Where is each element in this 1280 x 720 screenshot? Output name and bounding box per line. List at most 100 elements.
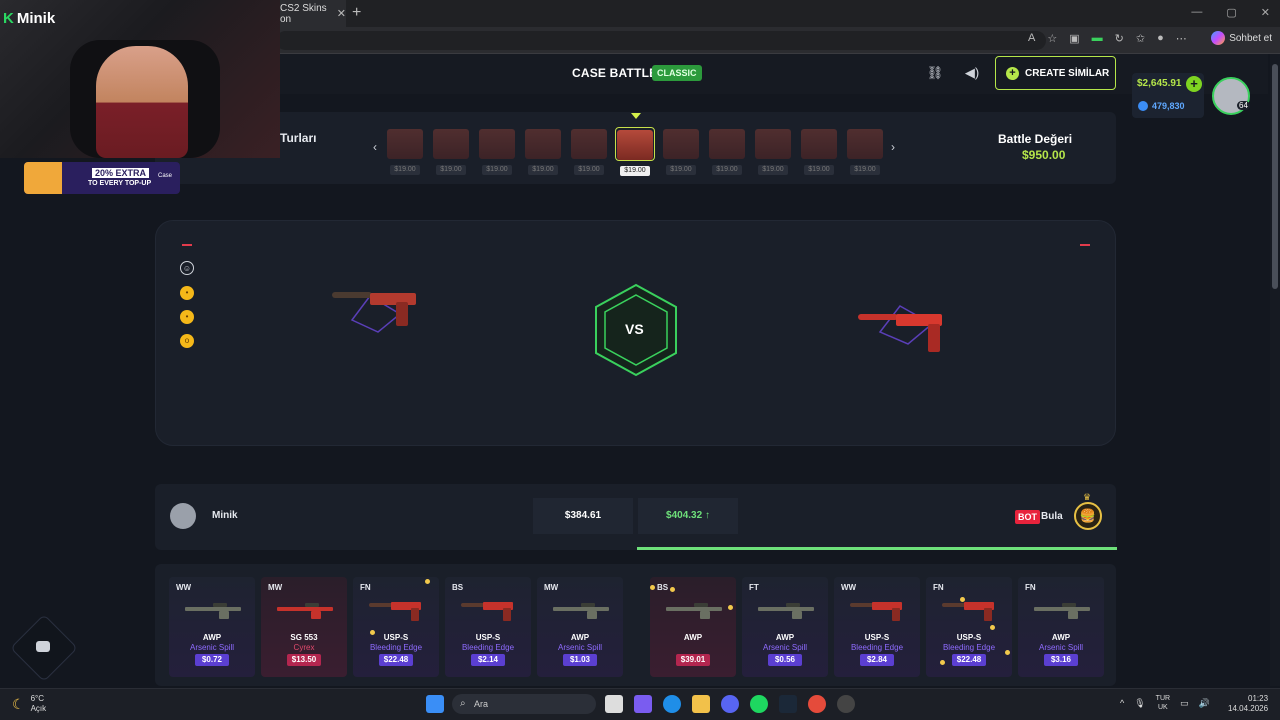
case-price: $19.00 <box>390 165 420 175</box>
sparkle-icon <box>728 605 733 610</box>
case-image <box>479 129 515 159</box>
copilot-button[interactable]: Sohbet et <box>1211 31 1272 45</box>
volume-icon[interactable]: 🔊 <box>1199 698 1210 709</box>
emoji-frown-icon[interactable]: • <box>180 286 194 300</box>
drop-card[interactable]: FT AWP Arsenic Spill $0.56 <box>742 577 828 677</box>
moon-icon: ☾ <box>12 695 25 712</box>
tab-close-icon[interactable]: ✕ <box>337 7 346 20</box>
more-icon[interactable]: ⋯ <box>1176 32 1187 45</box>
rounds-next-icon[interactable]: › <box>891 140 895 154</box>
wear-label: BS <box>657 583 669 592</box>
page-scrollbar[interactable] <box>1270 54 1280 686</box>
rifle-icon <box>1034 603 1090 619</box>
sparkle-icon <box>940 660 945 665</box>
window-controls: — ▢ ✕ <box>1191 6 1270 19</box>
read-aloud-icon[interactable]: A <box>1028 32 1035 45</box>
wear-label: WW <box>841 583 857 592</box>
round-case[interactable]: $19.00 <box>753 127 793 181</box>
streamer-figure <box>96 46 188 158</box>
drop-card[interactable]: MW AWP Arsenic Spill $1.03 <box>537 577 623 677</box>
microphone-icon[interactable]: 🎙 <box>1134 698 1145 709</box>
edge-icon[interactable] <box>663 695 681 713</box>
drop-card[interactable]: MW SG 553 Cyrex $13.50 <box>261 577 347 677</box>
wear-label: BS <box>452 583 464 592</box>
chrome-icon[interactable] <box>808 695 826 713</box>
drop-card[interactable]: FN USP-S Bleeding Edge $22.48 <box>353 577 439 677</box>
tray-chevron-icon[interactable]: ^ <box>1120 698 1124 708</box>
skin-name: Arsenic Spill <box>189 643 234 652</box>
url-field[interactable] <box>276 31 1046 50</box>
drop-card[interactable]: BS AWP $39.01 <box>650 577 736 677</box>
round-case[interactable]: $19.00 <box>569 127 609 181</box>
scrollbar-thumb[interactable] <box>1272 64 1278 289</box>
copilot-app-icon[interactable] <box>634 695 652 713</box>
taskbar-clock[interactable]: 01:23 14.04.2026 <box>1228 694 1268 714</box>
steam-icon[interactable] <box>779 695 797 713</box>
discord-icon[interactable] <box>721 695 739 713</box>
task-view-icon[interactable] <box>605 695 623 713</box>
round-case[interactable]: $19.00 <box>799 127 839 181</box>
weather-widget[interactable]: ☾ 6°C Açık <box>12 694 46 714</box>
round-case[interactable]: $19.00 <box>523 127 563 181</box>
rounds-prev-icon[interactable]: ‹ <box>373 140 377 154</box>
create-similar-button[interactable]: + CREATE SİMİLAR <box>995 56 1116 90</box>
winner-indicator <box>637 547 1117 550</box>
maximize-icon[interactable]: ▢ <box>1226 6 1236 19</box>
close-window-icon[interactable]: ✕ <box>1261 6 1270 19</box>
skin-name: Bleeding Edge <box>942 643 996 652</box>
emoji-sad-icon[interactable]: • <box>180 310 194 324</box>
case-price: $19.00 <box>528 165 558 175</box>
profile-icon[interactable]: ● <box>1157 32 1164 45</box>
browser-tab[interactable]: CS2 Skins on ✕ <box>276 0 346 27</box>
chat-icon <box>36 641 50 652</box>
favorite-star-icon[interactable]: ☆ <box>1047 32 1057 45</box>
extension-green-icon[interactable]: ▬ <box>1092 32 1103 45</box>
plus-icon: + <box>1006 66 1019 80</box>
link-icon[interactable]: ⛓ <box>921 60 949 86</box>
round-case[interactable]: $19.00 <box>477 127 517 181</box>
case-price: $19.00 <box>436 165 466 175</box>
round-case[interactable]: $19.00 <box>707 127 747 181</box>
case-image <box>847 129 883 159</box>
start-icon[interactable] <box>426 695 444 713</box>
copilot-icon <box>1211 31 1226 45</box>
drop-card[interactable]: BS USP-S Bleeding Edge $2.14 <box>445 577 531 677</box>
new-tab-button[interactable]: + <box>352 4 361 22</box>
drop-card[interactable]: FN AWP Arsenic Spill $3.16 <box>1018 577 1104 677</box>
weapon-name: USP-S <box>864 633 890 642</box>
drop-card[interactable]: WW USP-S Bleeding Edge $2.84 <box>834 577 920 677</box>
rifle-icon <box>758 603 814 619</box>
minimize-icon[interactable]: — <box>1191 6 1202 19</box>
weapon-name: AWP <box>775 633 795 642</box>
smiley-outline-icon[interactable]: ☺ <box>180 261 194 275</box>
language-indicator[interactable]: TUR UK <box>1156 694 1170 712</box>
weapon-name: AWP <box>570 633 590 642</box>
promo-banner[interactable]: 20% EXTRA TO EVERY TOP-UP Case <box>24 162 180 194</box>
skin-name: Bleeding Edge <box>850 643 904 652</box>
sound-icon[interactable]: ◀) <box>958 60 986 86</box>
case-image <box>709 129 745 159</box>
file-explorer-icon[interactable] <box>692 695 710 713</box>
extension-icon[interactable]: ▣ <box>1069 32 1079 45</box>
drop-card[interactable]: WW AWP Arsenic Spill $0.72 <box>169 577 255 677</box>
favorites-icon[interactable]: ✩ <box>1136 32 1145 45</box>
player-name[interactable]: Minik <box>212 510 238 521</box>
taskbar-search[interactable]: ⌕ Ara <box>452 694 596 714</box>
drop-card[interactable]: FN USP-S Bleeding Edge $22.48 <box>926 577 1012 677</box>
round-case[interactable]: $19.00 <box>385 127 425 181</box>
page-title: CASE BATTLE <box>572 66 658 80</box>
obs-icon[interactable] <box>837 695 855 713</box>
round-case[interactable]: $19.00 <box>845 127 885 181</box>
player-avatar[interactable] <box>170 503 196 529</box>
emoji-surprised-icon[interactable]: o <box>180 334 194 348</box>
sparkle-icon <box>650 585 655 590</box>
refresh-extension-icon[interactable]: ↻ <box>1115 32 1124 45</box>
spotify-icon[interactable] <box>750 695 768 713</box>
round-case[interactable]: $19.00 <box>661 127 701 181</box>
add-funds-button[interactable]: + <box>1186 76 1202 92</box>
display-icon[interactable]: ▭ <box>1180 698 1189 709</box>
sparkle-icon <box>670 587 675 592</box>
skin-name: Bleeding Edge <box>461 643 515 652</box>
round-case[interactable]: $19.00 <box>615 127 655 176</box>
round-case[interactable]: $19.00 <box>431 127 471 181</box>
